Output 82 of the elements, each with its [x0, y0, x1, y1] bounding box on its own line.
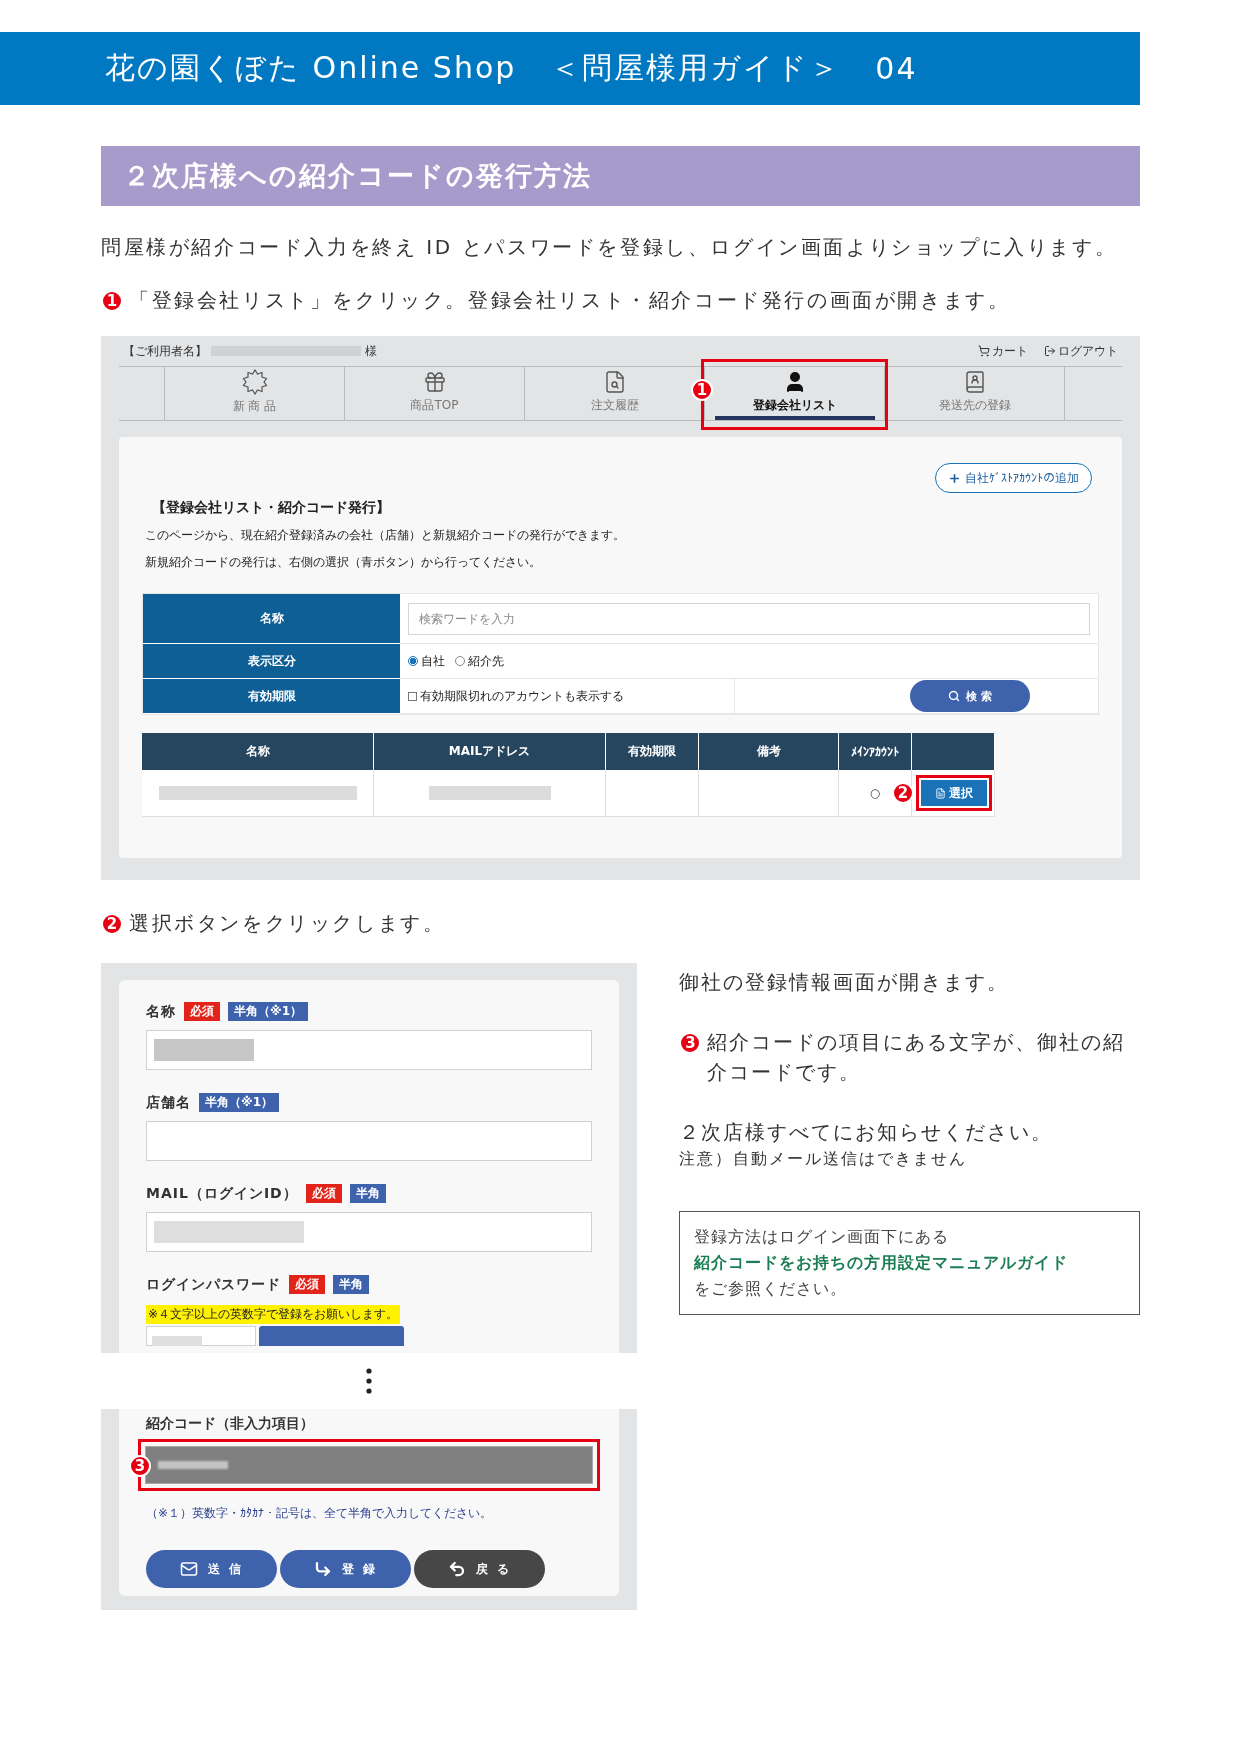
- field-label: 名称: [146, 1002, 176, 1021]
- column-header: 備考: [699, 733, 839, 770]
- panel-title: 【登録会社リスト・紹介コード発行】: [151, 499, 391, 517]
- nav-tab[interactable]: 発送先の登録: [894, 367, 1055, 420]
- step-marker: 1: [691, 379, 713, 401]
- footnote: （※１）英数字・ｶﾀｶﾅ・記号は、全て半角で入力してください。: [146, 1505, 494, 1522]
- undo-arrow-icon: [448, 1560, 467, 1578]
- starburst-icon: [241, 368, 268, 395]
- plus-icon: [948, 471, 961, 485]
- nav-tab[interactable]: 登録会社リスト: [714, 367, 875, 420]
- step-marker: 2: [101, 912, 123, 935]
- column-header: 名称: [142, 733, 374, 770]
- instruction-text: ２次店様すべてにお知らせください。: [679, 1119, 1055, 1146]
- radio-option[interactable]: 紹介先: [455, 652, 504, 670]
- info-text: をご参照ください。: [694, 1278, 849, 1300]
- form-label: 表示区分: [143, 644, 400, 679]
- gift-icon: [422, 369, 447, 394]
- step-marker: 1: [101, 289, 123, 312]
- input-field[interactable]: [146, 1212, 593, 1252]
- logout-icon: [1044, 345, 1056, 357]
- form-button[interactable]: [259, 1326, 404, 1346]
- table-cell: ○: [869, 786, 881, 800]
- field-label: ログインパスワード: [146, 1275, 281, 1294]
- step-text: 「登録会社リスト」をクリック。登録会社リスト・紹介コード発行の画面が開きます。: [129, 287, 1011, 314]
- intro-text: 問屋様が紹介コード入力を終え ID とパスワードを登録し、ログイン画面よりショップに入ります。: [101, 234, 1119, 261]
- nav-tab[interactable]: 商品TOP: [354, 367, 515, 420]
- field-tag: 必須: [305, 1184, 342, 1203]
- logout-link[interactable]: ログアウト: [1044, 342, 1118, 360]
- guide-label: ＜問屋様用ガイド＞: [550, 49, 842, 87]
- field-tag: 半角: [349, 1184, 386, 1203]
- form-label: 有効期限: [143, 679, 400, 714]
- step-marker: 3: [129, 1455, 151, 1477]
- shop-name: 花の園くぼた Online Shop: [105, 49, 517, 87]
- field-label: 店舗名: [146, 1093, 191, 1112]
- field-note: ※４文字以上の英数字で登録をお願いします。: [146, 1305, 401, 1324]
- turn-arrow-icon: [314, 1560, 333, 1578]
- add-account-button[interactable]: 自社ｹﾞｽﾄｱｶｳﾝﾄの追加: [935, 463, 1092, 493]
- radio-label: 自社: [421, 652, 445, 670]
- step-text: 選択ボタンをクリックします。: [129, 910, 446, 937]
- mail-icon: [180, 1560, 199, 1578]
- instruction-text: 紹介コードの項目にある文字が、御社の紹介コードです。: [707, 1029, 1127, 1086]
- column-header: ﾒｲﾝｱｶｳﾝﾄ: [839, 733, 912, 770]
- input-field[interactable]: [146, 1121, 593, 1161]
- cart-link[interactable]: カート: [978, 342, 1028, 360]
- radio-label: 紹介先: [468, 652, 504, 670]
- action-button[interactable]: 送 信: [146, 1550, 277, 1588]
- radio-option[interactable]: 自社: [408, 652, 445, 670]
- vertical-ellipsis-icon: [366, 1368, 373, 1394]
- field-tag: 半角: [333, 1275, 369, 1294]
- section-title: ２次店様への紹介コードの発行方法: [101, 146, 1140, 206]
- field-tag: 必須: [184, 1002, 220, 1021]
- input-field[interactable]: [146, 1326, 256, 1346]
- action-button[interactable]: 登 録: [280, 1550, 411, 1588]
- instruction-text: 御社の登録情報画面が開きます。: [679, 969, 1011, 996]
- nav-tab[interactable]: 新 商 品: [174, 367, 335, 420]
- field-tag: 半角（※1）: [199, 1093, 279, 1112]
- note-text: 注意）自動メール送信はできません: [679, 1148, 969, 1170]
- action-button[interactable]: 戻 る: [414, 1550, 545, 1588]
- select-button[interactable]: 選択: [921, 780, 987, 806]
- input-field[interactable]: [146, 1030, 593, 1070]
- redacted-bar: [152, 1336, 202, 1346]
- info-text: 登録方法はログイン画面下にある: [694, 1226, 951, 1248]
- search-icon: [948, 690, 961, 702]
- user-label: 【ご利用者名】: [123, 342, 207, 360]
- panel-description: このページから、現在紹介登録済みの会社（店舗）と新規紹介コードの発行ができます。: [144, 527, 626, 544]
- field-tag: 必須: [289, 1275, 325, 1294]
- step-marker: 3: [679, 1032, 702, 1054]
- field-tag: 半角（※1）: [228, 1002, 308, 1021]
- column-header: 有効期限: [606, 733, 699, 770]
- cart-icon: [978, 345, 990, 357]
- column-header: MAILアドレス: [374, 733, 606, 770]
- search-field[interactable]: 検索ワードを入力: [408, 602, 1090, 635]
- info-text: 紹介コードをお持ちの方用設定マニュアルガイド: [694, 1252, 1070, 1274]
- user-suffix: 様: [365, 342, 377, 360]
- field-label: MAIL（ログインID）: [146, 1184, 298, 1203]
- page-number: 04: [875, 51, 918, 86]
- panel-description: 新規紹介コードの発行は、右側の選択（青ボタン）から行ってください。: [144, 554, 542, 571]
- search-button[interactable]: 検 索: [910, 680, 1030, 712]
- blurred-code: [158, 1461, 228, 1469]
- document-icon: [935, 787, 946, 799]
- form-label: 名称: [143, 594, 400, 644]
- field-label: 紹介コード（非入力項目）: [146, 1414, 315, 1433]
